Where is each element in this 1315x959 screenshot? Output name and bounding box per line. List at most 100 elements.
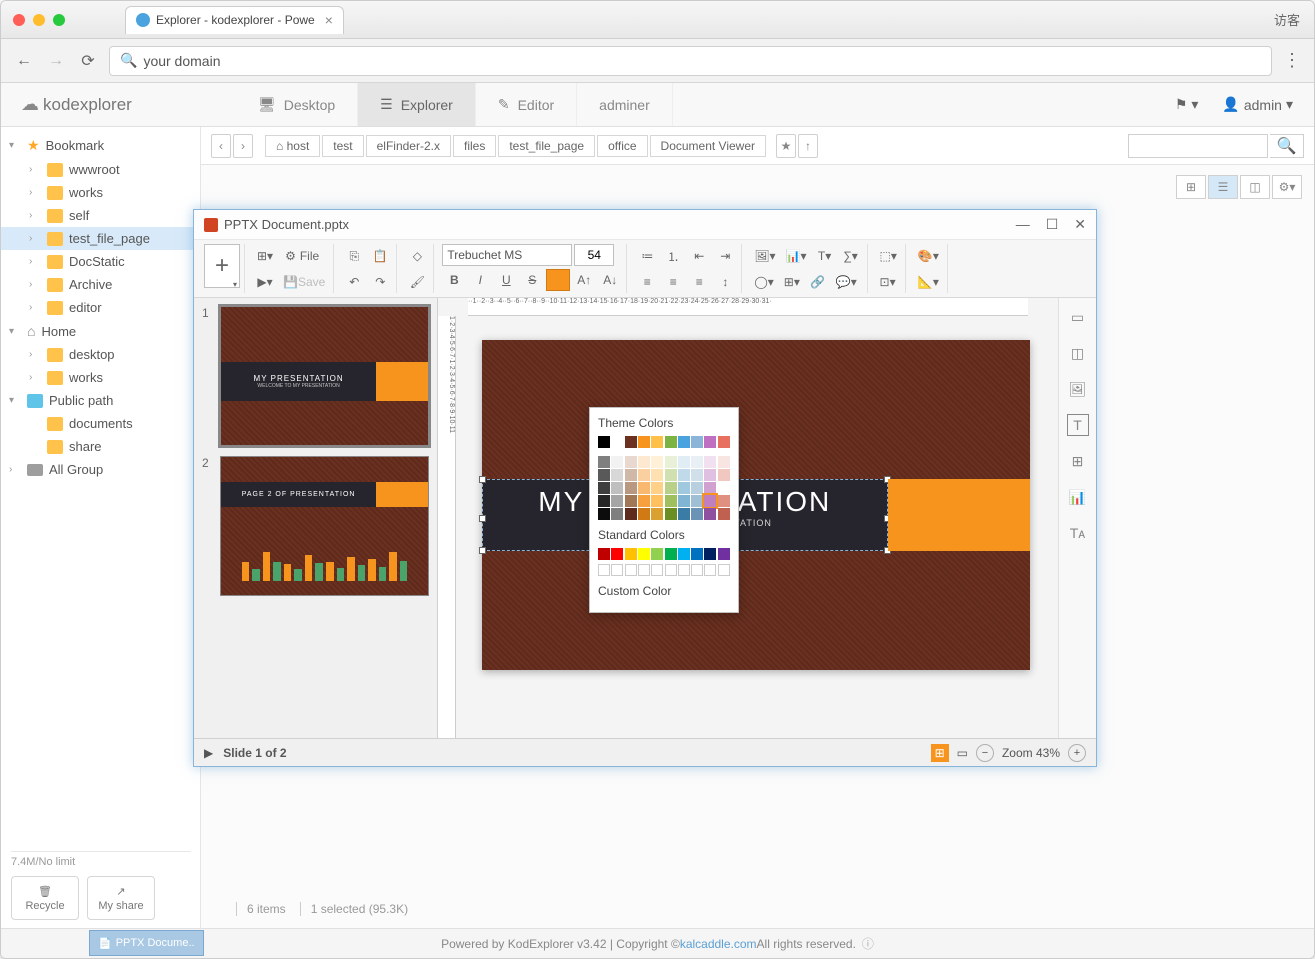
color-swatch[interactable] — [651, 508, 663, 520]
nav-forward-icon[interactable]: → — [45, 50, 67, 72]
color-swatch[interactable] — [665, 548, 677, 560]
color-swatch[interactable] — [638, 564, 650, 576]
font-size-select[interactable] — [574, 244, 614, 266]
undo-button[interactable]: ↶ — [342, 270, 366, 294]
format-painter-button[interactable]: 🖌 — [405, 270, 429, 294]
chart-settings-icon[interactable]: 📊 — [1067, 486, 1089, 508]
color-swatch[interactable] — [678, 482, 690, 494]
color-swatch[interactable] — [598, 482, 610, 494]
color-swatch[interactable] — [704, 508, 716, 520]
theme-button[interactable]: 🎨▾ — [914, 244, 943, 268]
accent-shape[interactable] — [888, 479, 1030, 552]
sidebar-item-share[interactable]: share — [1, 435, 200, 458]
comment-button[interactable]: 💬▾ — [832, 270, 861, 294]
color-swatch[interactable] — [678, 456, 690, 468]
color-swatch[interactable] — [598, 564, 610, 576]
sidebar-home-header[interactable]: ▾⌂Home — [1, 319, 200, 343]
color-swatch[interactable] — [691, 482, 703, 494]
color-swatch[interactable] — [704, 495, 716, 507]
clear-format-button[interactable]: ◇ — [405, 244, 429, 268]
new-slide-button[interactable]: + — [204, 244, 240, 288]
color-swatch[interactable] — [598, 508, 610, 520]
color-swatch[interactable] — [691, 469, 703, 481]
text-button[interactable]: T▾ — [813, 244, 837, 268]
color-swatch[interactable] — [611, 482, 623, 494]
sidebar-item-works[interactable]: ›works — [1, 181, 200, 204]
color-swatch[interactable] — [651, 456, 663, 468]
color-swatch[interactable] — [638, 508, 650, 520]
close-window-icon[interactable] — [13, 14, 25, 26]
layout-button[interactable]: ⊞▾ — [253, 244, 277, 268]
color-swatch[interactable] — [598, 495, 610, 507]
zoom-in-button[interactable]: + — [1068, 744, 1086, 762]
image-settings-icon[interactable]: 🖼 — [1067, 378, 1089, 400]
sidebar-bookmark-header[interactable]: ▾★Bookmark — [1, 133, 200, 158]
color-swatch[interactable] — [611, 456, 623, 468]
color-swatch[interactable] — [611, 436, 623, 448]
sidebar-allgroup-header[interactable]: ›All Group — [1, 458, 200, 481]
align-left-button[interactable]: ≡ — [635, 270, 659, 294]
minimize-window-icon[interactable] — [33, 14, 45, 26]
slide-size-button[interactable]: 📐▾ — [914, 270, 943, 294]
sidebar-item-works2[interactable]: ›works — [1, 366, 200, 389]
color-swatch[interactable] — [625, 456, 637, 468]
crumb-testfilepage[interactable]: test_file_page — [498, 135, 595, 157]
font-family-select[interactable] — [442, 244, 572, 266]
text-settings-icon[interactable]: T — [1067, 414, 1089, 436]
color-swatch[interactable] — [678, 436, 690, 448]
color-swatch[interactable] — [665, 495, 677, 507]
color-swatch[interactable] — [638, 495, 650, 507]
nav-reload-icon[interactable]: ⟳ — [77, 50, 99, 72]
indent-button[interactable]: ⇥ — [713, 244, 737, 268]
copy-button[interactable]: ⎘ — [342, 244, 366, 268]
sidebar-public-header[interactable]: ▾Public path — [1, 389, 200, 412]
footer-link[interactable]: kalcaddle.com — [680, 937, 757, 951]
bold-button[interactable]: B — [442, 268, 466, 292]
crumb-home[interactable]: ⌂ host — [265, 135, 320, 157]
address-input[interactable]: 🔍 your domain — [109, 46, 1272, 76]
color-swatch[interactable] — [598, 436, 610, 448]
color-swatch[interactable] — [625, 482, 637, 494]
browser-menu-icon[interactable]: ⋮ — [1282, 50, 1302, 71]
view-options-button[interactable]: ⚙▾ — [1272, 175, 1302, 199]
color-swatch[interactable] — [598, 469, 610, 481]
color-swatch[interactable] — [651, 436, 663, 448]
color-swatch[interactable] — [704, 564, 716, 576]
color-swatch[interactable] — [625, 495, 637, 507]
italic-button[interactable]: I — [468, 268, 492, 292]
align-right-button[interactable]: ≡ — [687, 270, 711, 294]
color-swatch[interactable] — [638, 436, 650, 448]
sidebar-item-desktop[interactable]: ›desktop — [1, 343, 200, 366]
taskbar-item[interactable]: 📄PPTX Docume.. — [89, 930, 204, 956]
tab-desktop[interactable]: 🖥Desktop — [236, 83, 358, 126]
window-minimize-icon[interactable]: — — [1016, 216, 1030, 233]
sidebar-item-self[interactable]: ›self — [1, 204, 200, 227]
tab-explorer[interactable]: ☰Explorer — [358, 83, 476, 126]
sidebar-item-documents[interactable]: documents — [1, 412, 200, 435]
main-slide[interactable]: MY PRESENTATION WELCOME TO MY PRESENTATI… — [482, 340, 1030, 670]
color-swatch[interactable] — [651, 548, 663, 560]
color-swatch[interactable] — [625, 508, 637, 520]
maximize-window-icon[interactable] — [53, 14, 65, 26]
color-swatch[interactable] — [678, 508, 690, 520]
sidebar-item-wwwroot[interactable]: ›wwwroot — [1, 158, 200, 181]
align-button[interactable]: ⊡▾ — [876, 270, 900, 294]
color-swatch[interactable] — [611, 508, 623, 520]
equation-button[interactable]: ∑▾ — [839, 244, 863, 268]
redo-button[interactable]: ↷ — [368, 270, 392, 294]
chart-button[interactable]: 📊▾ — [782, 244, 811, 268]
font-color-button[interactable] — [546, 269, 570, 291]
play-button[interactable]: ▶▾ — [253, 270, 277, 294]
color-swatch[interactable] — [678, 548, 690, 560]
color-swatch[interactable] — [718, 564, 730, 576]
line-spacing-button[interactable]: ↕ — [713, 270, 737, 294]
view-grid-button[interactable]: ⊞ — [1176, 175, 1206, 199]
sidebar-item-testfilepage[interactable]: ›test_file_page — [1, 227, 200, 250]
arrange-button[interactable]: ⬚▾ — [876, 244, 901, 268]
color-swatch[interactable] — [638, 469, 650, 481]
color-swatch[interactable] — [651, 495, 663, 507]
color-swatch[interactable] — [665, 564, 677, 576]
sidebar-item-docstatic[interactable]: ›DocStatic — [1, 250, 200, 273]
path-up-icon[interactable]: ↑ — [798, 134, 818, 158]
crumb-back-icon[interactable]: ‹ — [211, 134, 231, 158]
